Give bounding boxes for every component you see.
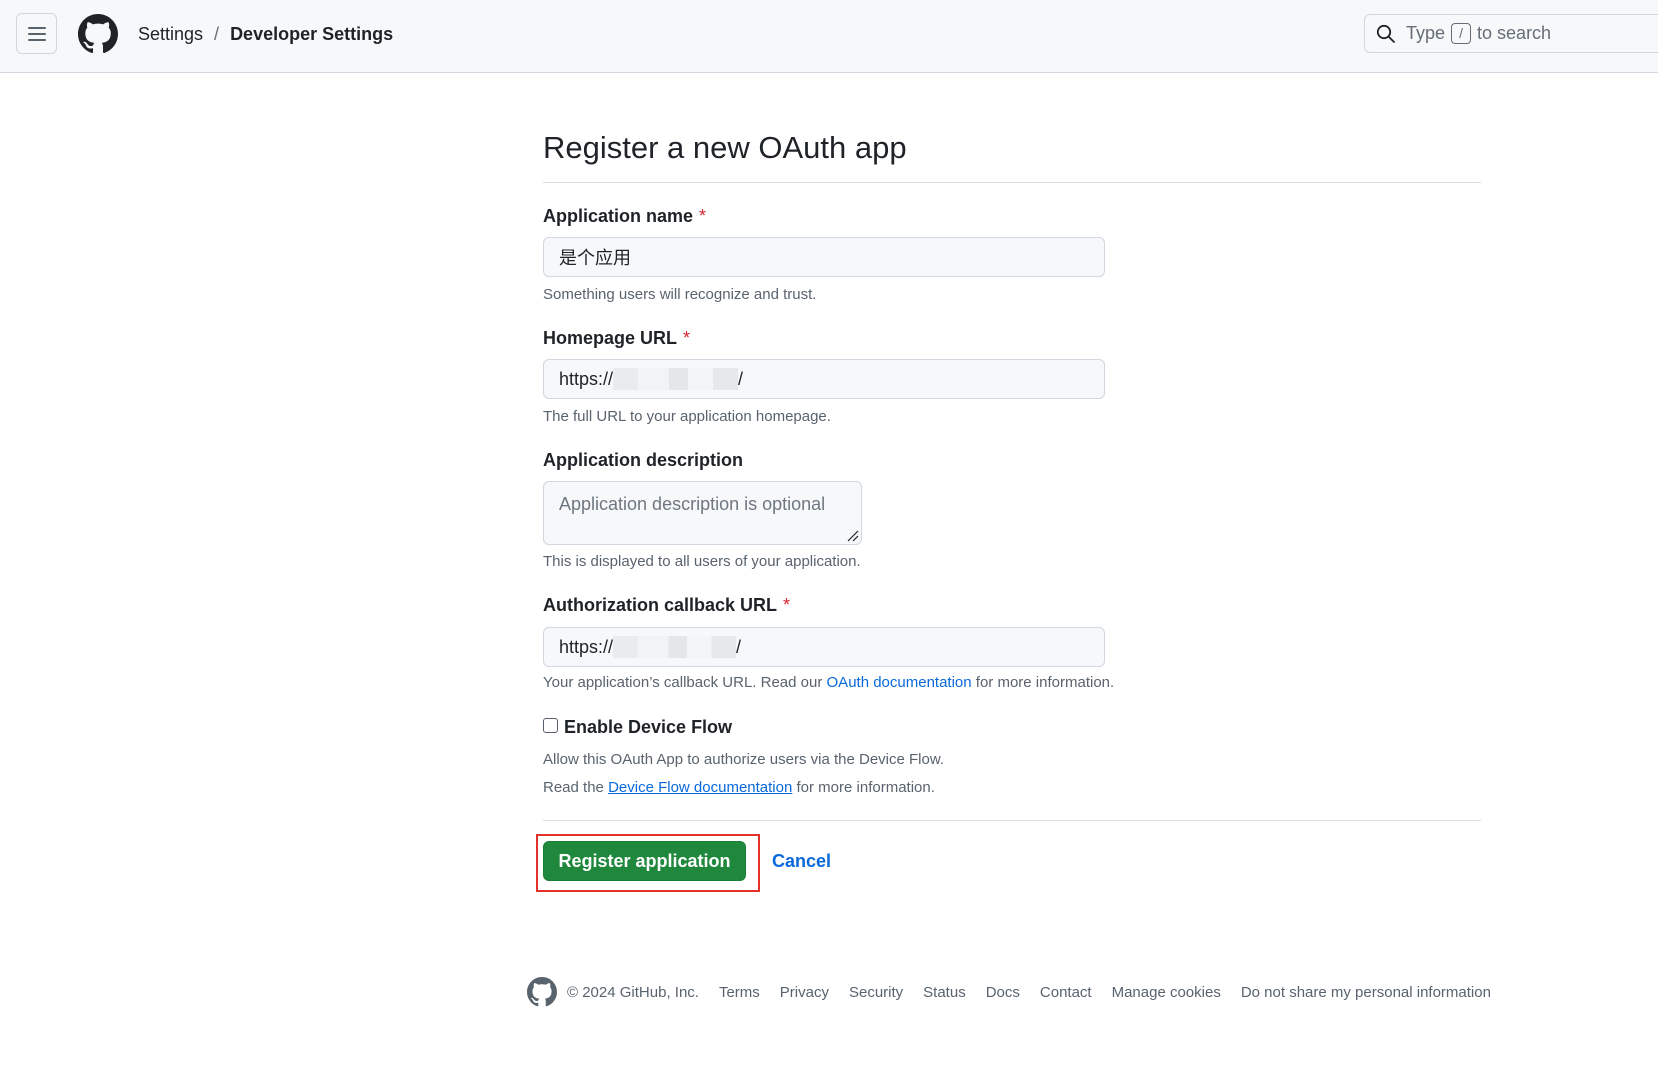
homepage-url-prefix: https:// [559,368,614,389]
required-marker: * [683,328,691,348]
callback-url-label-text: Authorization callback URL [543,595,778,615]
github-logo-icon[interactable] [78,14,118,54]
footer-link-privacy[interactable]: Privacy [780,984,829,1001]
footer-link-do-not-share[interactable]: Do not share my personal information [1241,984,1491,1001]
redacted-domain [613,636,737,658]
hamburger-menu-icon [27,26,46,41]
footer-link-manage-cookies[interactable]: Manage cookies [1112,984,1221,1001]
description-textarea[interactable]: Application description is optional [543,481,862,545]
breadcrumb-separator: / [214,24,220,44]
footer-link-terms[interactable]: Terms [719,984,760,1001]
search-input[interactable]: Type / to search [1364,14,1658,53]
breadcrumb: Settings / Developer Settings [138,23,393,45]
enable-device-flow-label[interactable]: Enable Device Flow [564,717,732,738]
menu-button[interactable] [16,13,57,54]
footer-link-status[interactable]: Status [923,984,966,1001]
required-marker: * [783,595,791,615]
register-application-button[interactable]: Register application [543,841,746,881]
callback-note-text: Your application’s callback URL. Read ou… [543,674,823,691]
callback-url-note: Your application’s callback URL. Read ou… [543,674,1114,691]
top-header: Settings / Developer Settings Type / to … [0,0,1658,73]
device-flow-docs-text: Read the [543,779,604,796]
homepage-url-label-text: Homepage URL [543,328,678,348]
app-name-label: Application name * [543,206,706,227]
app-name-field[interactable]: 是个应用 [543,237,1105,277]
footer-link-contact[interactable]: Contact [1040,984,1092,1001]
homepage-url-label: Homepage URL * [543,328,690,349]
oauth-documentation-link[interactable]: OAuth documentation [827,674,972,691]
description-label: Application description [543,450,744,470]
callback-url-field[interactable]: https:// / [543,627,1105,667]
search-suffix-text: to search [1477,23,1552,43]
homepage-url-note: The full URL to your application homepag… [543,408,831,425]
cancel-link[interactable]: Cancel [772,851,831,872]
homepage-url-suffix: / [738,368,744,389]
breadcrumb-current[interactable]: Developer Settings [230,23,393,45]
callback-url-prefix: https:// [559,636,614,657]
device-flow-note: Allow this OAuth App to authorize users … [543,751,945,768]
enable-device-flow-checkbox[interactable] [543,718,558,733]
device-flow-documentation-link[interactable]: Device Flow documentation [608,779,792,796]
required-marker: * [699,206,707,226]
description-note: This is displayed to all users of your a… [543,553,861,570]
title-divider [543,182,1481,183]
redacted-domain [613,368,739,390]
footer-link-docs[interactable]: Docs [986,984,1020,1001]
search-prefix-text: Type [1406,23,1446,43]
footer: © 2024 GitHub, Inc. Terms Privacy Securi… [527,976,1491,1008]
search-icon [1376,24,1395,43]
app-name-note: Something users will recognize and trust… [543,286,817,303]
callback-note-text-end: for more information. [975,674,1115,691]
app-name-label-text: Application name [543,206,694,226]
app-name-value: 是个应用 [559,248,631,268]
footer-copyright: © 2024 GitHub, Inc. [567,983,699,1001]
footer-link-security[interactable]: Security [849,984,903,1001]
homepage-url-field[interactable]: https:// / [543,359,1105,399]
form-divider [543,820,1481,821]
callback-url-label: Authorization callback URL * [543,595,790,616]
github-logo-icon[interactable] [527,977,557,1007]
breadcrumb-settings-link[interactable]: Settings [138,23,203,45]
device-flow-docs-note: Read the Device Flow documentation for m… [543,779,935,796]
callback-url-suffix: / [736,636,742,657]
search-shortcut-key: / [1451,23,1472,44]
page-title: Register a new OAuth app [543,130,907,165]
description-placeholder: Application description is optional [559,494,826,514]
device-flow-docs-text-end: for more information. [796,779,935,796]
resize-handle-icon[interactable] [845,528,859,542]
